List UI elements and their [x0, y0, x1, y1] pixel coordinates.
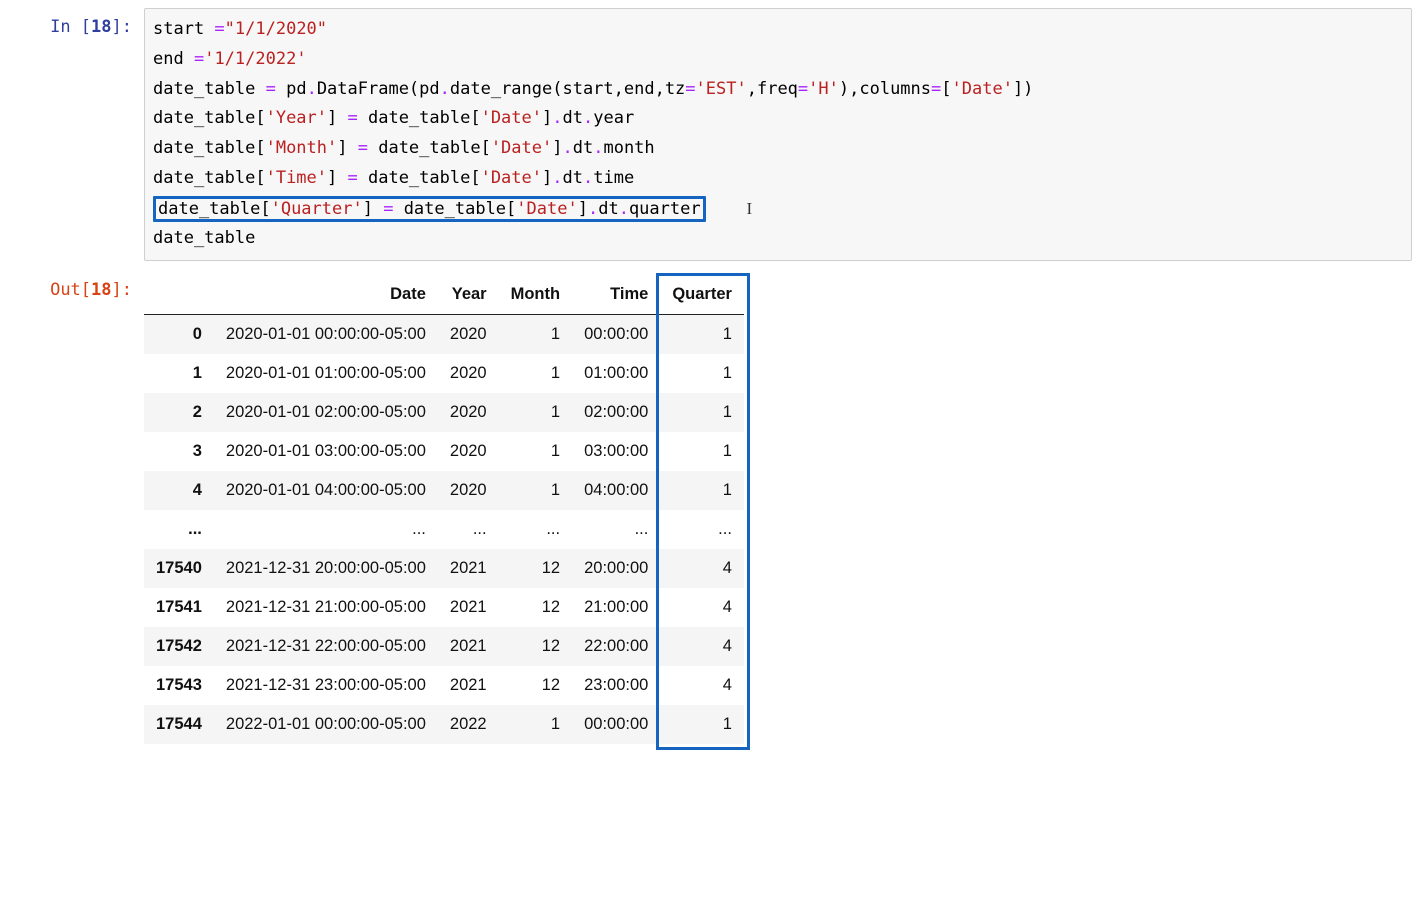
cell-time: 00:00:00	[572, 705, 660, 744]
row-index: 17542	[144, 627, 214, 666]
table-header-row: DateYearMonthTimeQuarter	[144, 275, 744, 315]
table-row: 42020-01-01 04:00:00-05:002020104:00:001	[144, 471, 744, 510]
cell-time: 23:00:00	[572, 666, 660, 705]
cell-time: 22:00:00	[572, 627, 660, 666]
cell-quarter: 1	[660, 393, 744, 432]
cell-month: 12	[499, 588, 572, 627]
cell-year: 2020	[438, 393, 499, 432]
cell-date: ...	[214, 510, 438, 549]
cell-year: ...	[438, 510, 499, 549]
col-month: Month	[499, 275, 572, 315]
text-cursor: I	[747, 199, 753, 218]
cell-time: 04:00:00	[572, 471, 660, 510]
cell-month: 12	[499, 549, 572, 588]
row-index: 17541	[144, 588, 214, 627]
cell-date: 2020-01-01 00:00:00-05:00	[214, 315, 438, 355]
cell-year: 2021	[438, 549, 499, 588]
cell-quarter: 1	[660, 705, 744, 744]
output-area: DateYearMonthTimeQuarter 02020-01-01 00:…	[144, 271, 1412, 749]
cell-date: 2021-12-31 21:00:00-05:00	[214, 588, 438, 627]
cell-quarter: 1	[660, 432, 744, 471]
cell-quarter: ...	[660, 510, 744, 549]
cell-time: 03:00:00	[572, 432, 660, 471]
input-cell: In [18]: start ="1/1/2020" end ='1/1/202…	[12, 8, 1412, 261]
cell-month: 12	[499, 627, 572, 666]
cell-year: 2020	[438, 315, 499, 355]
col-time: Time	[572, 275, 660, 315]
table-row: 175402021-12-31 20:00:00-05:0020211220:0…	[144, 549, 744, 588]
cell-date: 2020-01-01 02:00:00-05:00	[214, 393, 438, 432]
table-row: 02020-01-01 00:00:00-05:002020100:00:001	[144, 315, 744, 355]
cell-time: 01:00:00	[572, 354, 660, 393]
cell-quarter: 4	[660, 588, 744, 627]
cell-month: 1	[499, 354, 572, 393]
output-cell: Out[18]: DateYearMonthTimeQuarter 02020-…	[12, 271, 1412, 749]
row-index: 0	[144, 315, 214, 355]
row-index: 4	[144, 471, 214, 510]
cell-date: 2021-12-31 22:00:00-05:00	[214, 627, 438, 666]
row-index: 17543	[144, 666, 214, 705]
cell-time: 21:00:00	[572, 588, 660, 627]
table-row: ..................	[144, 510, 744, 549]
highlighted-code-line: date_table['Quarter'] = date_table['Date…	[153, 196, 706, 222]
cell-date: 2022-01-01 00:00:00-05:00	[214, 705, 438, 744]
cell-date: 2020-01-01 04:00:00-05:00	[214, 471, 438, 510]
cell-month: 1	[499, 393, 572, 432]
table-row: 12020-01-01 01:00:00-05:002020101:00:001	[144, 354, 744, 393]
cell-time: 02:00:00	[572, 393, 660, 432]
cell-year: 2021	[438, 666, 499, 705]
cell-year: 2021	[438, 627, 499, 666]
cell-month: 1	[499, 471, 572, 510]
cell-quarter: 4	[660, 666, 744, 705]
cell-date: 2021-12-31 20:00:00-05:00	[214, 549, 438, 588]
cell-time: ...	[572, 510, 660, 549]
table-row: 175422021-12-31 22:00:00-05:0020211222:0…	[144, 627, 744, 666]
cell-quarter: 1	[660, 471, 744, 510]
col-date: Date	[214, 275, 438, 315]
cell-year: 2022	[438, 705, 499, 744]
row-index: 1	[144, 354, 214, 393]
dataframe-table: DateYearMonthTimeQuarter 02020-01-01 00:…	[144, 275, 744, 744]
input-prompt: In [18]:	[12, 8, 144, 41]
cell-year: 2020	[438, 354, 499, 393]
row-index: 3	[144, 432, 214, 471]
cell-date: 2020-01-01 03:00:00-05:00	[214, 432, 438, 471]
table-row: 32020-01-01 03:00:00-05:002020103:00:001	[144, 432, 744, 471]
cell-year: 2020	[438, 471, 499, 510]
table-row: 175412021-12-31 21:00:00-05:0020211221:0…	[144, 588, 744, 627]
table-row: 175442022-01-01 00:00:00-05:002022100:00…	[144, 705, 744, 744]
cell-quarter: 4	[660, 627, 744, 666]
row-index: ...	[144, 510, 214, 549]
output-prompt: Out[18]:	[12, 271, 144, 304]
cell-quarter: 1	[660, 315, 744, 355]
cell-year: 2020	[438, 432, 499, 471]
cell-month: 12	[499, 666, 572, 705]
cell-year: 2021	[438, 588, 499, 627]
cell-quarter: 1	[660, 354, 744, 393]
row-index: 2	[144, 393, 214, 432]
row-index: 17544	[144, 705, 214, 744]
row-index: 17540	[144, 549, 214, 588]
cell-date: 2020-01-01 01:00:00-05:00	[214, 354, 438, 393]
col-year: Year	[438, 275, 499, 315]
cell-month: 1	[499, 315, 572, 355]
cell-time: 20:00:00	[572, 549, 660, 588]
cell-quarter: 4	[660, 549, 744, 588]
table-row: 22020-01-01 02:00:00-05:002020102:00:001	[144, 393, 744, 432]
cell-month: 1	[499, 432, 572, 471]
cell-time: 00:00:00	[572, 315, 660, 355]
col-quarter: Quarter	[660, 275, 744, 315]
col-index	[144, 275, 214, 315]
cell-date: 2021-12-31 23:00:00-05:00	[214, 666, 438, 705]
cell-month: ...	[499, 510, 572, 549]
cell-month: 1	[499, 705, 572, 744]
table-row: 175432021-12-31 23:00:00-05:0020211223:0…	[144, 666, 744, 705]
code-input[interactable]: start ="1/1/2020" end ='1/1/2022' date_t…	[144, 8, 1412, 261]
